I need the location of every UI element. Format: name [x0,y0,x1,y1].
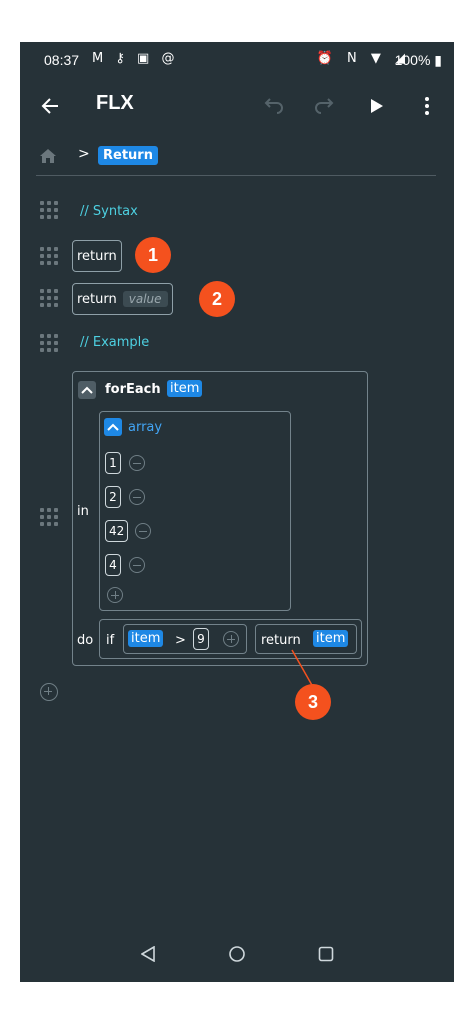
recents-square-icon[interactable] [314,942,338,966]
back-triangle-icon[interactable] [136,942,160,966]
system-nav-bar [20,930,454,982]
callout-3: 3 [295,684,331,720]
phone-screen: 08:37 M ⚷ ▣ @ ⏰ N ▼ ◢ 100% ▮ FLX > Retur… [20,42,454,982]
add-block-icon[interactable] [40,683,58,701]
home-circle-icon[interactable] [225,942,249,966]
callout-3-pointer [291,649,314,688]
